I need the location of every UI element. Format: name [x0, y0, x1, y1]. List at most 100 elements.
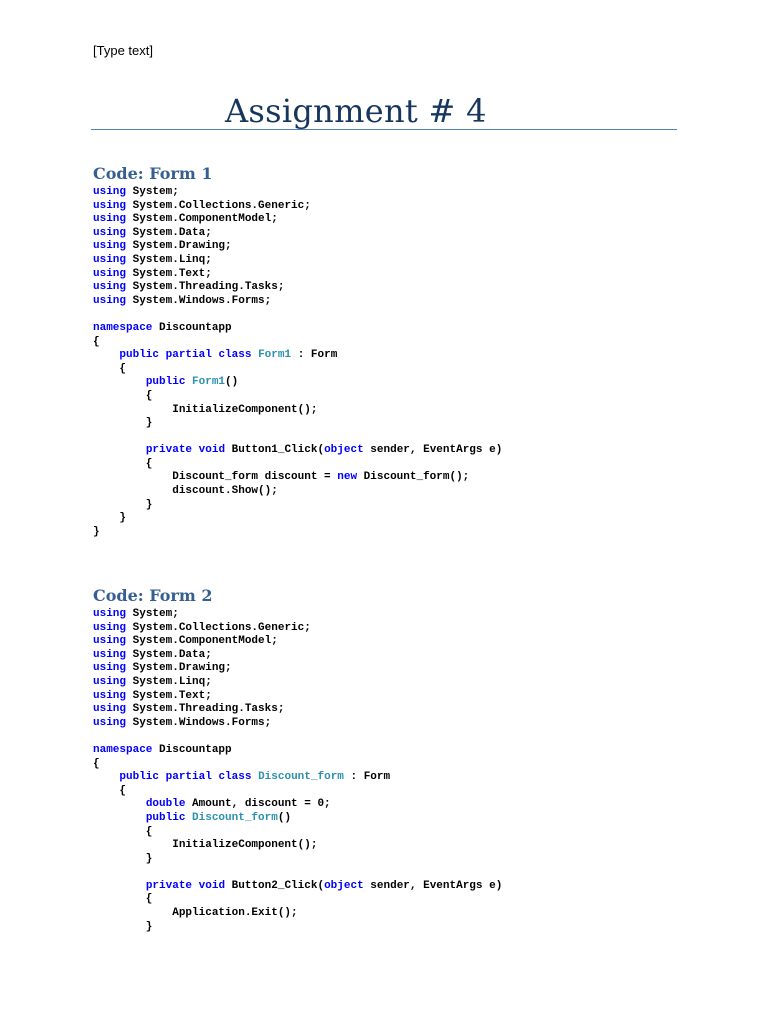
code-line: using System.Data;: [93, 649, 502, 663]
code-line: }: [93, 853, 502, 867]
code-line: using System.ComponentModel;: [93, 213, 502, 227]
code-text: Discount_form discount =: [93, 471, 338, 484]
code-text: System.Threading.Tasks;: [126, 281, 285, 294]
code-text: {: [93, 757, 100, 770]
code-keyword: void: [198, 444, 226, 457]
code-line: namespace Discountapp: [93, 322, 502, 336]
code-line: Discount_form discount = new Discount_fo…: [93, 471, 502, 485]
code-keyword: void: [198, 879, 226, 892]
code-keyword: using: [93, 675, 127, 688]
code-keyword: class: [218, 771, 252, 784]
code-line: using System.Collections.Generic;: [93, 200, 502, 214]
code-line: }: [93, 499, 502, 513]
code-text: }: [93, 498, 153, 511]
code-line: {: [93, 893, 502, 907]
code-text: {: [93, 893, 153, 906]
code-keyword: public: [145, 811, 186, 824]
code-line: using System.Text;: [93, 268, 502, 282]
code-line: public Discount_form(): [93, 812, 502, 826]
section-heading-form1: Code: Form 1: [93, 164, 213, 183]
code-text: }: [93, 512, 127, 525]
code-text: {: [93, 335, 100, 348]
code-text: {: [93, 389, 153, 402]
code-keyword: using: [93, 267, 127, 280]
code-line: {: [93, 363, 502, 377]
code-keyword: using: [93, 689, 127, 702]
code-text: System.Linq;: [126, 675, 212, 688]
code-text: (): [225, 376, 239, 389]
code-line: }: [93, 921, 502, 935]
code-keyword: namespace: [93, 743, 153, 756]
code-text: Application.Exit();: [93, 907, 298, 920]
code-line: {: [93, 785, 502, 799]
code-line: private void Button2_Click(object sender…: [93, 879, 503, 894]
code-keyword: using: [93, 608, 127, 620]
code-text: System;: [126, 608, 179, 620]
code-block-form1: using System; using System.Collections.Ge…: [93, 186, 502, 539]
code-text: System.ComponentModel;: [126, 213, 278, 226]
code-line: using System.Linq;: [93, 676, 502, 690]
code-text: : Form: [343, 771, 391, 784]
code-line: private void Button1_Click(object sender…: [93, 444, 503, 458]
code-keyword: namespace: [93, 321, 153, 334]
code-keyword: partial: [165, 349, 212, 362]
code-line: }: [93, 417, 502, 431]
code-block-form2: using System; using System.Collections.Ge…: [93, 608, 502, 934]
code-line: using System.Collections.Generic;: [93, 622, 502, 636]
code-line: public partial class Discount_form : For…: [93, 771, 502, 785]
code-line: double Amount, discount = 0;: [93, 798, 502, 812]
code-line: }: [93, 512, 502, 526]
code-keyword: class: [218, 349, 252, 362]
code-keyword: using: [93, 662, 127, 675]
code-text: Discount_form();: [357, 471, 470, 484]
code-text: Discountapp: [152, 743, 232, 756]
code-keyword: using: [93, 635, 127, 648]
code-text: System.Text;: [126, 689, 212, 702]
code-text: Button1_Click(: [225, 444, 325, 457]
code-text: System.Data;: [126, 648, 212, 661]
code-line: InitializeComponent();: [93, 839, 502, 853]
code-line: discount.Show();: [93, 485, 502, 499]
code-line: {: [93, 758, 502, 772]
code-type-name: Discount_form: [258, 771, 344, 784]
code-text: sender, EventArgs e): [363, 444, 503, 457]
code-text: System.Text;: [126, 267, 212, 280]
code-keyword: private: [145, 879, 193, 892]
code-line: using System.Drawing;: [93, 662, 502, 676]
code-keyword: using: [93, 281, 127, 294]
code-text: }: [93, 852, 153, 865]
code-text: InitializeComponent();: [93, 839, 318, 852]
code-text: (): [277, 811, 292, 824]
code-keyword: using: [93, 186, 127, 198]
code-keyword: using: [93, 294, 127, 307]
code-type-name: Form1: [258, 349, 292, 362]
code-line: public Form1(): [93, 376, 502, 390]
code-type-name: Discount_form: [192, 811, 278, 824]
code-text: System.Drawing;: [126, 240, 232, 253]
code-line: using System.Text;: [93, 690, 502, 704]
code-text: sender, EventArgs e): [363, 879, 503, 892]
code-text: System.Linq;: [126, 253, 212, 266]
code-text: : Form: [291, 349, 338, 362]
code-keyword: using: [93, 226, 127, 239]
code-text: InitializeComponent();: [93, 403, 318, 416]
section-heading-form2: Code: Form 2: [93, 586, 213, 605]
code-type-name: Form1: [192, 376, 226, 389]
code-line: using System;: [93, 608, 502, 622]
code-line: {: [93, 336, 502, 350]
code-text: System.ComponentModel;: [126, 635, 278, 648]
code-keyword: new: [337, 471, 358, 484]
code-text: System.Windows.Forms;: [126, 716, 272, 729]
code-keyword: using: [93, 253, 127, 266]
code-keyword: partial: [165, 771, 212, 784]
page-header-text: [Type text]: [93, 43, 153, 58]
